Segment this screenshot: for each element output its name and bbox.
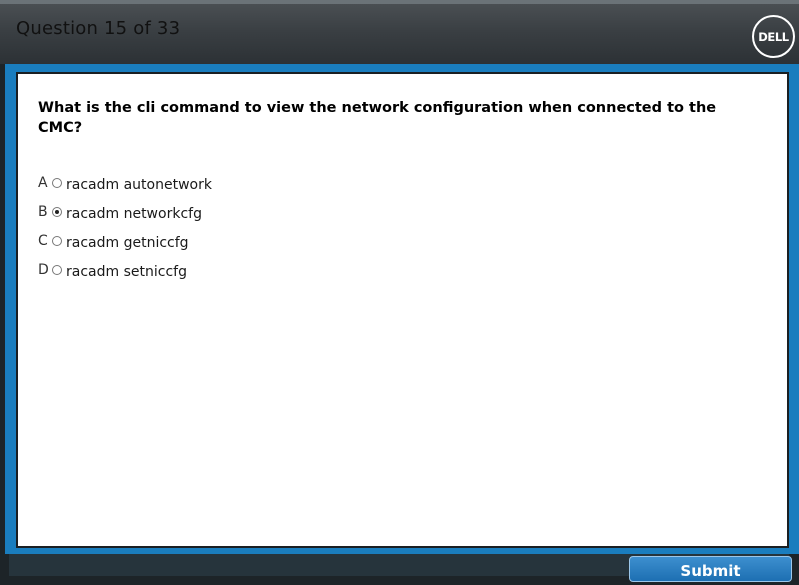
option-letter: A — [38, 175, 48, 191]
answer-options: A racadm autonetwork B racadm networkcfg… — [38, 170, 212, 286]
option-letter: B — [38, 204, 48, 220]
option-letter: C — [38, 233, 48, 249]
option-label[interactable]: racadm networkcfg — [66, 206, 202, 222]
radio-button-selected[interactable] — [52, 206, 62, 217]
option-label[interactable]: racadm autonetwork — [66, 177, 212, 193]
option-letter: D — [38, 262, 49, 278]
radio-button[interactable] — [52, 235, 62, 246]
question-counter: Question 15 of 33 — [16, 18, 181, 39]
option-label[interactable]: racadm getniccfg — [66, 235, 189, 251]
radio-button[interactable] — [52, 264, 62, 275]
dell-logo: DELL — [752, 15, 795, 58]
option-c[interactable]: C racadm getniccfg — [38, 228, 212, 257]
question-panel: What is the cli command to view the netw… — [16, 72, 789, 548]
header-bar: Question 15 of 33 DELL — [0, 4, 799, 64]
radio-button[interactable] — [52, 177, 62, 188]
option-d[interactable]: D racadm setniccfg — [38, 257, 212, 286]
question-text: What is the cli command to view the netw… — [38, 100, 717, 136]
option-b[interactable]: B racadm networkcfg — [38, 199, 212, 228]
submit-button[interactable]: Submit — [629, 556, 792, 582]
option-label[interactable]: racadm setniccfg — [66, 264, 187, 280]
option-a[interactable]: A racadm autonetwork — [38, 170, 212, 199]
